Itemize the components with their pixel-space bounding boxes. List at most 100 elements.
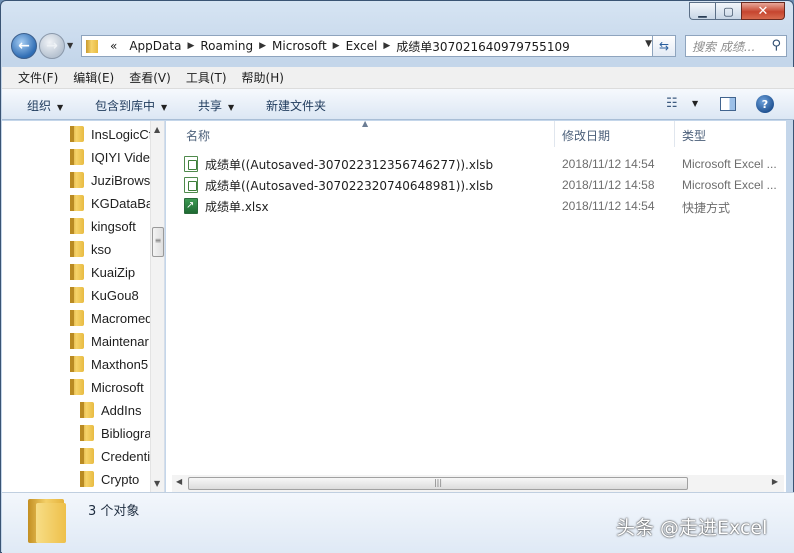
nav-vertical-scrollbar[interactable]: ▲ ≡ ▼: [150, 121, 164, 492]
tree-item[interactable]: Macromed: [70, 307, 152, 329]
folder-icon: [70, 379, 84, 395]
new-folder-button[interactable]: 新建文件夹: [266, 97, 326, 114]
refresh-button[interactable]: ⇆: [652, 35, 676, 57]
file-row[interactable]: 成绩单((Autosaved-307022312356746277)).xlsb: [184, 154, 493, 174]
column-header-modified[interactable]: 修改日期: [562, 127, 610, 144]
folder-icon: [70, 218, 84, 234]
tree-item-label: KGDataBa: [91, 195, 154, 211]
breadcrumb-appdata[interactable]: AppData: [129, 39, 181, 53]
share-button[interactable]: 共享 ▼: [198, 97, 234, 114]
tree-item-label: Maintenar: [91, 333, 149, 349]
view-dropdown-icon[interactable]: ▼: [692, 99, 698, 108]
sort-ascending-icon: ▲: [362, 119, 369, 128]
folder-icon: [86, 39, 98, 53]
include-in-library-button[interactable]: 包含到库中 ▼: [95, 97, 167, 114]
menu-view[interactable]: 查看(V): [129, 69, 171, 86]
tree-item-label: kso: [91, 241, 112, 257]
breadcrumb-microsoft[interactable]: Microsoft: [272, 39, 327, 53]
menu-edit[interactable]: 编辑(E): [73, 69, 114, 86]
maximize-button[interactable]: ▢: [715, 2, 741, 20]
tree-item-label: KuGou8: [91, 287, 139, 303]
minimize-button[interactable]: ▁: [689, 2, 715, 20]
tree-item[interactable]: AddIns: [80, 399, 141, 421]
scroll-down-icon[interactable]: ▼: [154, 479, 160, 488]
tree-item[interactable]: Maxthon5: [70, 353, 148, 375]
back-button[interactable]: ←: [11, 33, 37, 59]
details-pane: 3 个对象 头条 @走进Excel: [2, 492, 794, 553]
tree-item[interactable]: Bibliogra: [80, 422, 152, 444]
forward-button[interactable]: →: [39, 33, 65, 59]
menu-bar: 文件(F) 编辑(E) 查看(V) 工具(T) 帮助(H): [2, 67, 794, 89]
chevron-right-icon[interactable]: ▶: [259, 41, 266, 51]
column-divider[interactable]: [554, 121, 555, 147]
column-header-name[interactable]: 名称: [186, 127, 210, 144]
tree-item[interactable]: KuaiZip: [70, 261, 135, 283]
tree-item-label: Bibliogra: [101, 425, 152, 441]
tree-item-label: JuziBrowse: [91, 172, 158, 188]
tree-item-label: InsLogicCf: [91, 126, 153, 142]
tree-item[interactable]: InsLogicCf: [70, 123, 152, 145]
scroll-right-icon[interactable]: ▶: [772, 477, 778, 486]
tree-item[interactable]: kso: [70, 238, 111, 260]
file-type: Microsoft Excel ...: [682, 178, 777, 192]
folder-icon: [70, 356, 84, 372]
horizontal-scrollbar[interactable]: ◀ ||| ▶: [172, 475, 784, 492]
arrow-left-icon: ←: [18, 38, 30, 54]
folder-icon: [80, 448, 94, 464]
tree-item[interactable]: KuGou8: [70, 284, 139, 306]
chevron-down-icon: ▼: [67, 41, 74, 50]
address-overflow[interactable]: «: [110, 39, 117, 53]
file-modified: 2018/11/12 14:58: [562, 178, 655, 192]
tree-item[interactable]: Credenti: [80, 445, 150, 467]
tree-item-label: AddIns: [101, 402, 142, 418]
breadcrumb-current-folder[interactable]: 成绩单307021640979755109: [396, 38, 569, 55]
column-divider[interactable]: [674, 121, 675, 147]
caption-buttons: ▁ ▢ ✕: [689, 2, 785, 20]
file-row[interactable]: 成绩单.xlsx: [184, 196, 269, 216]
help-icon[interactable]: ?: [756, 95, 774, 113]
excel-file-icon: [184, 177, 198, 193]
chevron-right-icon[interactable]: ▶: [187, 41, 194, 51]
tree-item[interactable]: kingsoft: [70, 215, 136, 237]
tree-item[interactable]: Microsoft: [70, 376, 144, 398]
scroll-left-icon[interactable]: ◀: [176, 477, 182, 486]
view-options-icon[interactable]: ☷: [666, 96, 678, 111]
column-header-type[interactable]: 类型: [682, 127, 706, 144]
organize-button[interactable]: 组织 ▼: [27, 97, 63, 114]
arrow-right-icon: →: [46, 38, 58, 54]
tree-item-label: Macromed: [91, 310, 153, 326]
tree-item[interactable]: IQIYI Vide: [70, 146, 150, 168]
explorer-window: ▁ ▢ ✕ ← → ▼ « AppData ▶ Roaming ▶ Micros…: [0, 0, 794, 553]
folder-icon: [80, 471, 94, 487]
chevron-right-icon[interactable]: ▶: [333, 41, 340, 51]
breadcrumb-roaming[interactable]: Roaming: [200, 39, 253, 53]
search-input[interactable]: 搜索 成绩... ⚲: [685, 35, 787, 57]
breadcrumb-excel[interactable]: Excel: [346, 39, 378, 53]
tree-item[interactable]: Maintenar: [70, 330, 149, 352]
preview-pane-icon[interactable]: [720, 97, 736, 111]
folder-icon: [70, 126, 84, 142]
chevron-right-icon[interactable]: ▶: [383, 41, 390, 51]
menu-help[interactable]: 帮助(H): [242, 69, 284, 86]
address-dropdown-icon[interactable]: ▼: [645, 39, 652, 49]
watermark-text: 头条 @走进Excel: [616, 517, 768, 539]
tree-item[interactable]: Crypto: [80, 468, 139, 490]
folder-icon: [70, 195, 84, 211]
scroll-up-icon[interactable]: ▲: [154, 125, 160, 134]
folder-icon: [70, 333, 84, 349]
menu-file[interactable]: 文件(F): [18, 69, 58, 86]
scrollbar-thumb[interactable]: |||: [188, 477, 688, 490]
close-button[interactable]: ✕: [741, 2, 785, 20]
folder-icon: [70, 310, 84, 326]
menu-tools[interactable]: 工具(T): [186, 69, 227, 86]
tree-item[interactable]: KGDataBa: [70, 192, 153, 214]
excel-file-icon: [184, 156, 198, 172]
close-icon: ✕: [757, 3, 769, 19]
recent-pages-dropdown[interactable]: ▼: [67, 41, 73, 50]
file-row[interactable]: 成绩单((Autosaved-307022320740648981)).xlsb: [184, 175, 493, 195]
address-bar[interactable]: « AppData ▶ Roaming ▶ Microsoft ▶ Excel …: [81, 35, 659, 57]
tree-item[interactable]: JuziBrowse: [70, 169, 157, 191]
scrollbar-thumb[interactable]: ≡: [152, 227, 164, 257]
search-icon[interactable]: ⚲: [771, 38, 781, 53]
tree-item-label: Crypto: [101, 471, 140, 487]
